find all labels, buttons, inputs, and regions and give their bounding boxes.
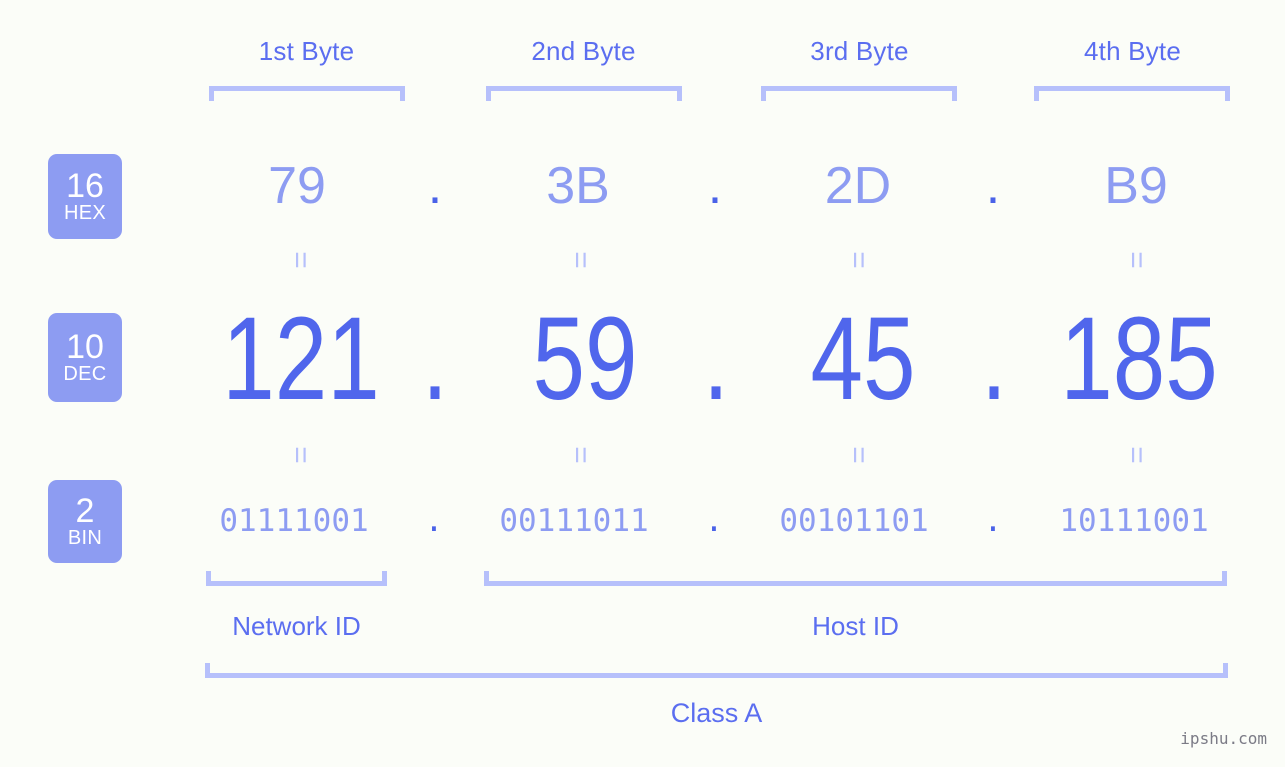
badge-number-hex: 16	[66, 166, 104, 205]
hex-separator-1: .	[427, 157, 443, 215]
dec-byte-2: 59	[532, 293, 638, 425]
hex-separator-2: .	[707, 157, 723, 215]
class-label: Class A	[670, 698, 763, 728]
base-badge-bin: 2 BIN	[48, 480, 122, 563]
bin-byte-2: 00111011	[499, 503, 649, 539]
bin-byte-3: 00101101	[779, 503, 929, 539]
bin-separator-1: .	[424, 503, 444, 539]
badge-number-dec: 10	[66, 327, 104, 366]
bin-byte-1: 01111001	[219, 503, 369, 539]
byte-label-1: 1st Byte	[258, 36, 355, 66]
badge-abbr-hex: HEX	[63, 202, 107, 225]
host-id-bracket	[484, 571, 1227, 586]
bin-separator-3: .	[983, 503, 1003, 539]
hex-byte-1: 79	[268, 157, 326, 215]
dec-separator-2: .	[702, 293, 730, 425]
equals-mark-hex-dec-2: =	[564, 251, 597, 269]
host-id-label: Host ID	[812, 611, 899, 641]
site-watermark: ipshu.com	[1180, 729, 1267, 748]
ip-address-breakdown-diagram: 1st Byte 2nd Byte 3rd Byte 4th Byte 16 H…	[0, 0, 1285, 767]
equals-mark-dec-bin-3: =	[842, 446, 875, 464]
badge-abbr-bin: BIN	[67, 527, 103, 550]
badge-number-bin: 2	[75, 491, 95, 530]
bin-byte-4: 10111001	[1059, 503, 1209, 539]
hex-byte-3: 2D	[824, 157, 892, 215]
class-bracket	[205, 663, 1228, 678]
byte-label-3: 3rd Byte	[810, 36, 909, 66]
equals-mark-hex-dec-1: =	[284, 251, 317, 269]
equals-mark-hex-dec-3: =	[842, 251, 875, 269]
badge-abbr-dec: DEC	[63, 363, 107, 386]
dec-separator-1: .	[421, 293, 449, 425]
byte-label-4: 4th Byte	[1084, 36, 1181, 66]
hex-byte-4: B9	[1104, 157, 1168, 215]
base-badge-hex: 16 HEX	[48, 154, 122, 239]
base-badge-dec: 10 DEC	[48, 313, 122, 402]
byte-bracket-1	[209, 86, 405, 101]
network-id-label: Network ID	[232, 611, 361, 641]
equals-mark-hex-dec-4: =	[1120, 251, 1153, 269]
byte-bracket-3	[761, 86, 957, 101]
dec-separator-3: .	[980, 293, 1008, 425]
byte-label-2: 2nd Byte	[531, 36, 636, 66]
hex-separator-3: .	[985, 157, 1001, 215]
dec-byte-3: 45	[810, 293, 916, 425]
equals-mark-dec-bin-4: =	[1120, 446, 1153, 464]
dec-byte-4: 185	[1060, 293, 1218, 425]
byte-bracket-2	[486, 86, 682, 101]
network-id-bracket	[206, 571, 387, 586]
hex-byte-2: 3B	[546, 157, 610, 215]
equals-mark-dec-bin-1: =	[284, 446, 317, 464]
bin-separator-2: .	[704, 503, 724, 539]
dec-byte-1: 121	[222, 293, 380, 425]
equals-mark-dec-bin-2: =	[564, 446, 597, 464]
byte-bracket-4	[1034, 86, 1230, 101]
